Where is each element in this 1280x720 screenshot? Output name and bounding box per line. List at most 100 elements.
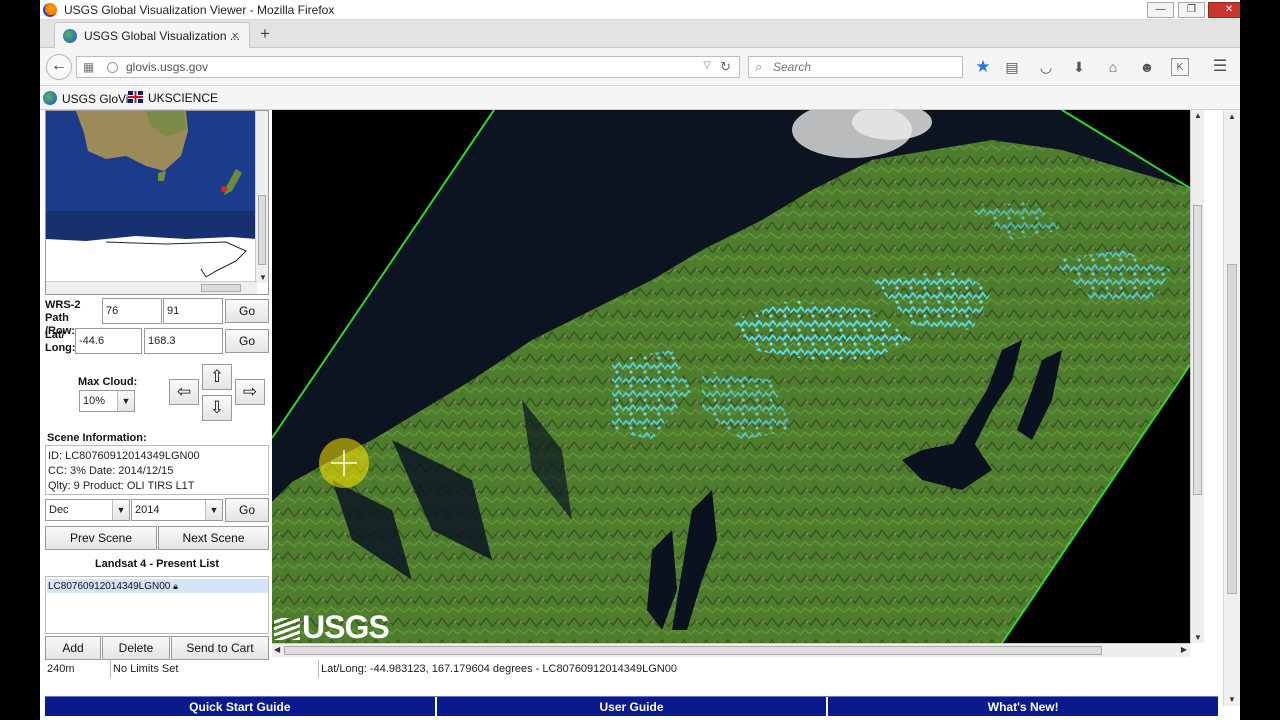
lat-long-label: Lat/ Long: bbox=[45, 329, 76, 354]
new-tab-button[interactable]: + bbox=[260, 24, 270, 44]
user-guide-link[interactable]: User Guide bbox=[437, 697, 829, 716]
close-window-button[interactable]: ✕ bbox=[1208, 2, 1240, 18]
url-dropdown-icon[interactable]: ▽ bbox=[703, 60, 711, 71]
send-to-cart-button[interactable]: Send to Cart bbox=[171, 636, 269, 660]
chevron-down-icon: ▼ bbox=[117, 391, 134, 411]
bookmark-usgs-glovis[interactable]: USGS GloVis bbox=[43, 91, 134, 106]
page-vertical-scrollbar[interactable]: ▲ ▼ bbox=[1223, 110, 1240, 706]
move-down-button[interactable]: ⇩ bbox=[202, 395, 232, 421]
move-right-button[interactable]: ⇨ bbox=[235, 379, 265, 405]
list-item-label: LC80760912014349LGN00 bbox=[48, 581, 171, 592]
scroll-down-icon[interactable]: ▼ bbox=[1228, 695, 1236, 704]
whats-new-link[interactable]: What's New! bbox=[828, 697, 1218, 716]
downloads-icon[interactable]: ⬇ bbox=[1070, 58, 1088, 76]
max-cloud-label: Max Cloud: bbox=[78, 376, 138, 388]
usgs-waves-icon bbox=[274, 618, 300, 640]
tab-glovis[interactable]: USGS Global Visualization ... × bbox=[54, 22, 250, 49]
control-panel: ▼ WRS-2 Path /Row: Go Lat/ Long: Go Max … bbox=[45, 110, 271, 680]
usgs-logo-text: USGS bbox=[302, 609, 390, 643]
scroll-thumb[interactable] bbox=[258, 195, 266, 265]
scroll-thumb[interactable] bbox=[1227, 264, 1237, 594]
next-scene-button[interactable]: Next Scene bbox=[158, 526, 269, 550]
scene-list-title: Landsat 4 - Present List bbox=[94, 558, 220, 570]
browser-window: USGS Global Visualization Viewer - Mozil… bbox=[40, 0, 1240, 720]
url-text: glovis.usgs.gov bbox=[126, 60, 209, 74]
address-bar[interactable]: ▦ glovis.usgs.gov ▽ ↻ bbox=[76, 56, 740, 78]
add-button[interactable]: Add bbox=[45, 636, 101, 660]
bookmark-label: USGS GloVis bbox=[62, 92, 135, 106]
globe-icon bbox=[107, 62, 118, 73]
tab-bar: USGS Global Visualization ... × + bbox=[40, 20, 1240, 49]
overview-horizontal-scrollbar[interactable] bbox=[46, 281, 257, 294]
window-title: USGS Global Visualization Viewer - Mozil… bbox=[64, 3, 335, 17]
scene-list[interactable]: LC80760912014349LGN00 🔒︎ bbox=[45, 576, 269, 634]
mouse-cursor-highlight bbox=[319, 438, 369, 488]
go-wrs-button[interactable]: Go bbox=[225, 299, 269, 323]
chat-icon[interactable]: ☻ bbox=[1138, 58, 1156, 76]
maximize-button[interactable]: ❐ bbox=[1178, 2, 1205, 18]
pocket-icon[interactable]: ◡ bbox=[1037, 58, 1055, 76]
bookmark-label: UKSCIENCE bbox=[148, 91, 219, 105]
usgs-logo: USGS bbox=[272, 610, 390, 643]
minimize-button[interactable]: — bbox=[1147, 2, 1174, 18]
page-content: ▼ WRS-2 Path /Row: Go Lat/ Long: Go Max … bbox=[40, 110, 1240, 720]
status-bar: 240m No Limits Set Lat/Long: -44.983123,… bbox=[45, 660, 1190, 678]
site-identity-icon[interactable]: ▦ bbox=[83, 60, 94, 74]
scroll-left-icon[interactable]: ◀ bbox=[274, 645, 280, 654]
month-select[interactable]: Dec ▼ bbox=[45, 499, 130, 521]
limits-status: No Limits Set bbox=[111, 660, 319, 678]
quick-start-guide-link[interactable]: Quick Start Guide bbox=[45, 697, 437, 716]
overview-vertical-scrollbar[interactable]: ▼ bbox=[255, 111, 268, 283]
move-up-button[interactable]: ⇧ bbox=[202, 364, 232, 390]
search-bar[interactable]: ⌕ bbox=[748, 56, 963, 78]
scene-id: ID: LC80760912014349LGN00 bbox=[48, 450, 200, 462]
overview-map[interactable]: ▼ bbox=[45, 110, 269, 295]
year-value: 2014 bbox=[135, 504, 160, 516]
resolution-status: 240m bbox=[45, 660, 111, 678]
go-date-button[interactable]: Go bbox=[225, 498, 269, 522]
firefox-icon bbox=[43, 3, 57, 17]
go-latlong-button[interactable]: Go bbox=[225, 329, 269, 353]
scroll-right-icon[interactable]: ▶ bbox=[1181, 645, 1187, 654]
satellite-map[interactable]: USGS bbox=[272, 110, 1190, 643]
landsat-scene-image bbox=[272, 110, 1190, 643]
footer-links: Quick Start Guide User Guide What's New! bbox=[45, 696, 1218, 716]
globe-icon bbox=[43, 91, 57, 105]
reading-list-icon[interactable]: ▤ bbox=[1003, 58, 1021, 76]
menu-icon[interactable]: ☰ bbox=[1211, 58, 1229, 76]
scroll-thumb[interactable] bbox=[284, 646, 1102, 655]
map-vertical-scrollbar[interactable]: ▲ ▼ bbox=[1190, 110, 1204, 643]
scroll-down-icon[interactable]: ▼ bbox=[1194, 633, 1202, 642]
max-cloud-select[interactable]: 10% ▼ bbox=[79, 390, 135, 412]
latitude-input[interactable] bbox=[75, 328, 142, 354]
row-input[interactable] bbox=[163, 298, 223, 324]
scene-quality-product: Qlty: 9 Product: OLI TIRS L1T bbox=[48, 480, 195, 492]
search-input[interactable] bbox=[773, 60, 953, 74]
bookmark-ukscience[interactable]: UKSCIENCE bbox=[128, 91, 218, 105]
chevron-down-icon: ▼ bbox=[205, 500, 222, 520]
map-horizontal-scrollbar[interactable]: ◀ ▶ bbox=[272, 643, 1190, 657]
scroll-thumb[interactable] bbox=[1193, 205, 1202, 495]
delete-button[interactable]: Delete bbox=[102, 636, 170, 660]
year-select[interactable]: 2014 ▼ bbox=[131, 499, 223, 521]
navigation-toolbar: ← ▦ glovis.usgs.gov ▽ ↻ ⌕ ★ ▤ ◡ ⬇ ⌂ ☻ K … bbox=[40, 48, 1240, 86]
longitude-input[interactable] bbox=[144, 328, 223, 354]
bookmark-star-icon[interactable]: ★ bbox=[974, 58, 992, 76]
home-icon[interactable]: ⌂ bbox=[1104, 58, 1122, 76]
prev-scene-button[interactable]: Prev Scene bbox=[45, 526, 157, 550]
move-left-button[interactable]: ⇦ bbox=[169, 379, 199, 405]
title-bar: USGS Global Visualization Viewer - Mozil… bbox=[40, 0, 1240, 20]
scroll-up-icon[interactable]: ▲ bbox=[1194, 111, 1202, 120]
tab-label: USGS Global Visualization ... bbox=[84, 29, 240, 43]
back-button[interactable]: ← bbox=[46, 54, 72, 80]
extension-icon[interactable]: K bbox=[1171, 58, 1189, 76]
scroll-thumb[interactable] bbox=[201, 284, 241, 292]
reload-icon[interactable]: ↻ bbox=[720, 59, 731, 75]
close-tab-icon[interactable]: × bbox=[231, 28, 239, 43]
scroll-up-icon[interactable]: ▲ bbox=[1228, 112, 1236, 121]
path-input[interactable] bbox=[102, 298, 162, 324]
uk-flag-icon bbox=[128, 91, 143, 103]
scroll-down-icon[interactable]: ▼ bbox=[259, 273, 267, 282]
list-item[interactable]: LC80760912014349LGN00 🔒︎ bbox=[47, 579, 268, 593]
month-value: Dec bbox=[49, 504, 69, 516]
